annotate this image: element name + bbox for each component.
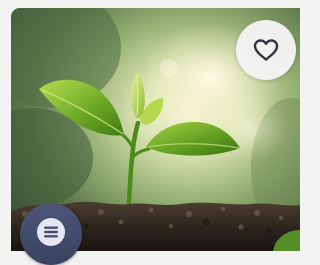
menu-icon-badge <box>37 218 65 246</box>
heart-outline-icon <box>253 39 279 61</box>
hamburger-menu-icon <box>44 226 58 238</box>
favorite-button[interactable] <box>236 20 296 80</box>
menu-button[interactable] <box>20 203 82 265</box>
